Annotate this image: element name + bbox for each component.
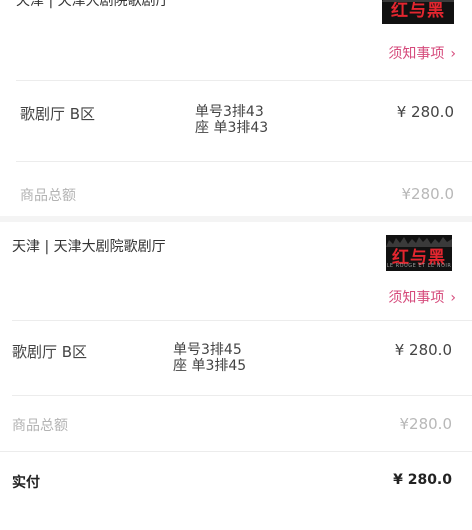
payment-value: ¥ 280.0 — [393, 472, 452, 488]
seat-line-1: 单号3排45 — [173, 342, 242, 358]
seat-line-2: 座 单3排45 — [173, 358, 247, 374]
chevron-right-icon: › — [450, 46, 456, 62]
poster-silhouette — [386, 237, 452, 247]
hall-label: 歌剧厅 B区 — [12, 343, 88, 361]
subtotal-value: ¥280.0 — [399, 415, 453, 433]
seat-info: 单号3排45 座 单3排45 — [173, 342, 246, 374]
notice-label: 须知事项 — [388, 290, 445, 306]
poster-title: 红与黑 — [391, 0, 445, 21]
ticket-price: ¥ 280.0 — [396, 103, 454, 121]
venue-label: 天津 | 天津大剧院歌剧厅 — [12, 239, 166, 255]
divider — [16, 161, 472, 162]
divider — [0, 451, 472, 452]
divider — [12, 320, 472, 321]
subtotal-label: 商品总额 — [20, 188, 76, 204]
event-poster[interactable]: 红与黑 — [382, 0, 454, 24]
divider — [16, 80, 472, 81]
subtotal-label: 商品总额 — [12, 418, 68, 434]
notice-label: 须知事项 — [388, 46, 445, 62]
seat-info: 单号3排43 座 单3排43 — [195, 104, 268, 136]
seat-line-2: 座 单3排43 — [195, 120, 269, 136]
order-card-1: 天津 | 天津大剧院歌剧厅 红与黑 须知事项 › 歌剧厅 B区 单号3排43 座 … — [0, 0, 472, 216]
order-card-2: 天津 | 天津大剧院歌剧厅 红与黑 LE ROUGE ET LE NOIR 须知… — [0, 222, 472, 530]
venue-label: 天津 | 天津大剧院歌剧厅 — [16, 0, 170, 9]
hall-label: 歌剧厅 B区 — [20, 105, 96, 123]
poster-subtitle: LE ROUGE ET LE NOIR — [386, 263, 452, 269]
chevron-right-icon: › — [450, 290, 456, 306]
notice-link[interactable]: 须知事项 › — [388, 287, 456, 307]
divider — [12, 395, 472, 396]
subtotal-value: ¥280.0 — [401, 185, 455, 203]
seat-line-1: 单号3排43 — [195, 104, 264, 120]
payment-label: 实付 — [12, 475, 40, 491]
poster-silhouette — [382, 0, 454, 2]
ticket-price: ¥ 280.0 — [394, 341, 452, 359]
notice-link[interactable]: 须知事项 › — [388, 43, 456, 63]
event-poster[interactable]: 红与黑 LE ROUGE ET LE NOIR — [386, 235, 452, 271]
